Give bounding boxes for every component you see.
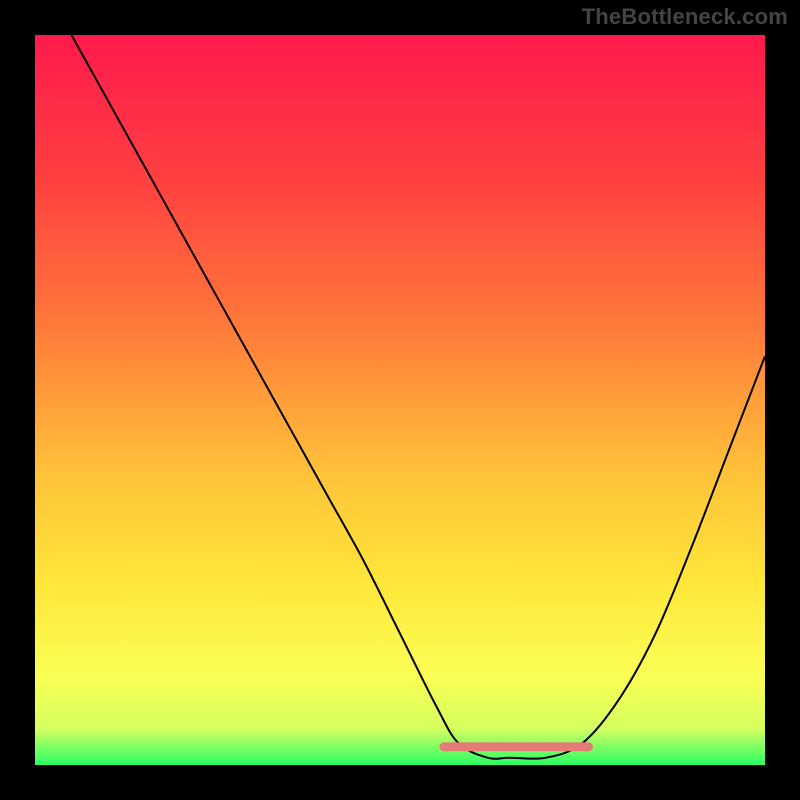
watermark-label: TheBottleneck.com	[582, 4, 788, 30]
bottleneck-chart	[35, 35, 765, 765]
gradient-background	[35, 35, 765, 765]
chart-frame: TheBottleneck.com	[0, 0, 800, 800]
